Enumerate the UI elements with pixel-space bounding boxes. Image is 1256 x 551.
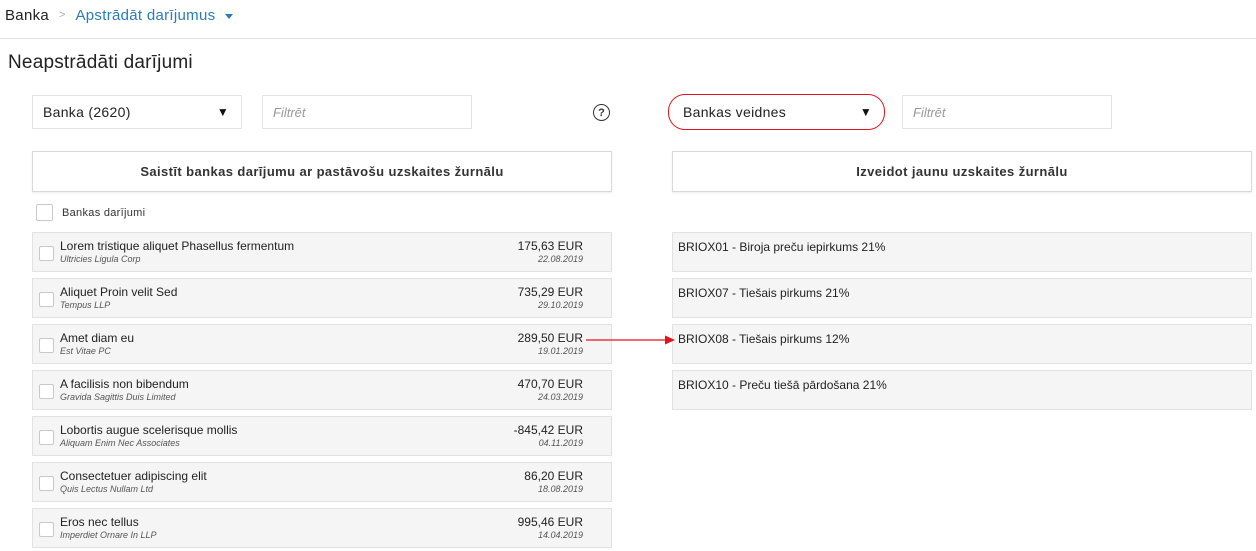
transaction-company: Imperdiet Ornare In LLP: [60, 530, 157, 540]
bank-account-select[interactable]: Banka (2620) ▼: [32, 95, 242, 129]
template-row[interactable]: BRIOX01 - Biroja preču iepirkums 21%: [672, 232, 1252, 272]
transaction-row[interactable]: A facilisis non bibendum Gravida Sagitti…: [32, 370, 612, 410]
template-row[interactable]: BRIOX07 - Tiešais pirkums 21%: [672, 278, 1252, 318]
page-title: Neapstrādāti darījumi: [8, 52, 193, 73]
transaction-amount: 470,70 EUR: [517, 377, 583, 391]
transaction-company: Ultricies Ligula Corp: [60, 254, 141, 264]
transaction-row[interactable]: Eros nec tellus Imperdiet Ornare In LLP …: [32, 508, 612, 548]
transaction-amount: -845,42 EUR: [513, 423, 583, 437]
transaction-date: 19.01.2019: [537, 346, 583, 356]
bank-templates-select-value: Bankas veidnes: [683, 104, 787, 120]
transaction-date: 14.04.2019: [537, 530, 583, 540]
transaction-amount: 735,29 EUR: [517, 285, 583, 299]
transaction-row[interactable]: Consectetuer adipiscing elit Quis Lectus…: [32, 462, 612, 502]
transaction-amount: 289,50 EUR: [517, 331, 583, 345]
bank-templates-list: BRIOX01 - Biroja preču iepirkums 21% BRI…: [672, 232, 1252, 416]
transaction-row[interactable]: Amet diam eu Est Vitae PC 289,50 EUR 19.…: [32, 324, 612, 364]
templates-filter-input[interactable]: [902, 95, 1112, 129]
transaction-company: Aliquam Enim Nec Associates: [60, 438, 180, 448]
transaction-company: Quis Lectus Nullam Ltd: [60, 484, 154, 494]
transaction-name: Consectetuer adipiscing elit: [60, 469, 207, 483]
transaction-name: Eros nec tellus: [60, 515, 139, 529]
breadcrumb-root[interactable]: Banka: [5, 7, 49, 24]
transaction-row[interactable]: Lobortis augue scelerisque mollis Aliqua…: [32, 416, 612, 456]
transaction-name: Lobortis augue scelerisque mollis: [60, 423, 238, 437]
arrow-right-icon: [586, 335, 675, 345]
transaction-checkbox[interactable]: [39, 522, 54, 537]
transaction-checkbox[interactable]: [39, 338, 54, 353]
caret-down-icon[interactable]: [225, 13, 234, 19]
transaction-date: 18.08.2019: [537, 484, 583, 494]
template-row[interactable]: BRIOX10 - Preču tiešā pārdošana 21%: [672, 370, 1252, 410]
caret-down-icon: ▼: [216, 105, 229, 119]
bank-transactions-filter-input[interactable]: [262, 95, 472, 129]
transaction-date: 24.03.2019: [537, 392, 583, 402]
transaction-name: Amet diam eu: [60, 331, 135, 345]
transaction-checkbox[interactable]: [39, 476, 54, 491]
select-all-row: Bankas darījumi: [36, 204, 145, 221]
bank-transactions-list: Lorem tristique aliquet Phasellus fermen…: [32, 232, 612, 551]
transaction-checkbox[interactable]: [39, 430, 54, 445]
transaction-name: Aliquet Proin velit Sed: [60, 285, 178, 299]
transaction-amount: 995,46 EUR: [517, 515, 583, 529]
header-divider: [0, 38, 1256, 39]
transaction-amount: 175,63 EUR: [517, 239, 583, 253]
transaction-checkbox[interactable]: [39, 292, 54, 307]
template-row[interactable]: BRIOX08 - Tiešais pirkums 12%: [672, 324, 1252, 364]
breadcrumb-separator: >: [59, 9, 66, 21]
transaction-company: Tempus LLP: [60, 300, 111, 310]
create-new-journal-button[interactable]: Izveidot jaunu uzskaites žurnālu: [672, 151, 1252, 192]
bank-templates-select[interactable]: Bankas veidnes ▼: [668, 94, 885, 130]
breadcrumb: Banka > Apstrādāt darījumus: [5, 5, 234, 25]
transaction-date: 04.11.2019: [538, 438, 583, 448]
transaction-company: Gravida Sagittis Duis Limited: [60, 392, 176, 402]
select-all-label: Bankas darījumi: [62, 206, 146, 219]
breadcrumb-current[interactable]: Apstrādāt darījumus: [75, 7, 215, 24]
transaction-company: Est Vitae PC: [60, 346, 111, 356]
bank-account-select-value: Banka (2620): [43, 104, 131, 120]
caret-down-icon: ▼: [859, 105, 872, 119]
transaction-checkbox[interactable]: [39, 246, 54, 261]
transaction-checkbox[interactable]: [39, 384, 54, 399]
transaction-date: 29.10.2019: [537, 300, 583, 310]
link-existing-journal-button[interactable]: Saistīt bankas darījumu ar pastāvošu uzs…: [32, 151, 612, 192]
transaction-amount: 86,20 EUR: [524, 469, 583, 483]
transaction-row[interactable]: Aliquet Proin velit Sed Tempus LLP 735,2…: [32, 278, 612, 318]
transaction-date: 22.08.2019: [537, 254, 583, 264]
transaction-name: A facilisis non bibendum: [60, 377, 189, 391]
transaction-name: Lorem tristique aliquet Phasellus fermen…: [60, 239, 295, 253]
select-all-checkbox[interactable]: [36, 204, 53, 221]
transaction-row[interactable]: Lorem tristique aliquet Phasellus fermen…: [32, 232, 612, 272]
help-circle-icon[interactable]: ?: [593, 104, 610, 121]
